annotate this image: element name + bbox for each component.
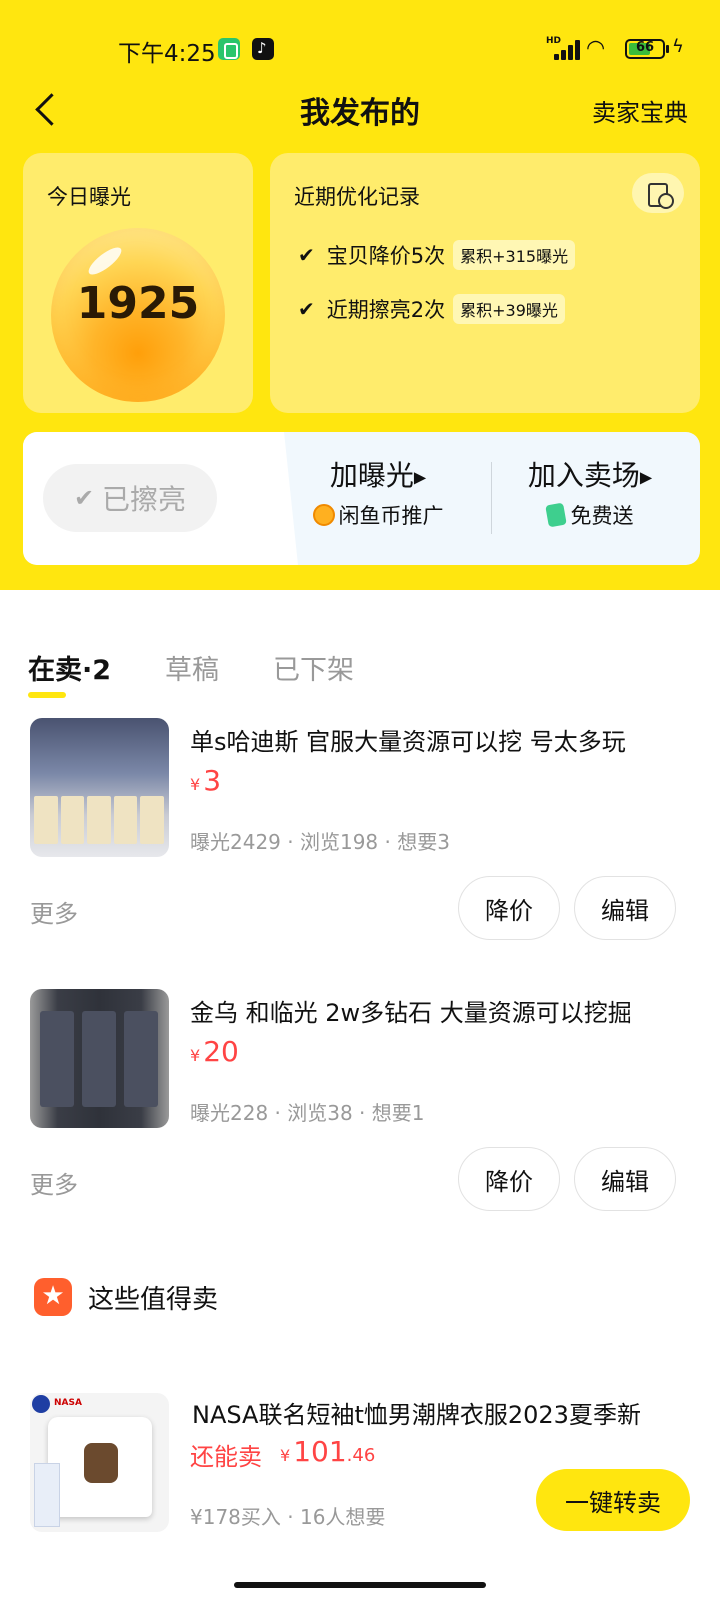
- tab-drafts[interactable]: 草稿: [165, 648, 219, 698]
- charging-icon: ϟ: [672, 36, 684, 57]
- optimize-row: ✔ 宝贝降价5次 累积+315曝光: [298, 239, 576, 271]
- status-tabs: 在卖·2 草稿 已下架: [28, 648, 408, 698]
- product-stats: 曝光2429 · 浏览198 · 想要3: [190, 830, 450, 854]
- star-icon: [34, 1278, 72, 1316]
- package-image: [34, 1463, 60, 1527]
- optimize-row-text: 宝贝降价5次: [326, 244, 446, 268]
- check-icon: ✔: [298, 243, 315, 267]
- polished-button[interactable]: ✔ 已擦亮: [43, 464, 217, 532]
- battery-tip: [666, 45, 669, 53]
- market-subtitle: 免费送: [570, 504, 634, 528]
- edit-button[interactable]: 编辑: [574, 876, 676, 940]
- seller-guide-link[interactable]: 卖家宝典: [592, 93, 688, 128]
- product-title: 单s哈迪斯 官服大量资源可以挖 号太多玩: [190, 728, 626, 756]
- optimize-label: 近期优化记录: [294, 185, 420, 209]
- check-icon: ✔: [73, 484, 95, 512]
- today-exposure-card[interactable]: 今日曝光 1925: [23, 153, 253, 413]
- home-indicator[interactable]: [234, 1582, 486, 1588]
- tab-removed[interactable]: 已下架: [273, 648, 354, 698]
- optimize-row: ✔ 近期擦亮2次 累积+39曝光: [298, 293, 565, 325]
- history-icon[interactable]: [632, 173, 684, 213]
- gift-tag-icon: [544, 502, 567, 528]
- promotion-action-bar: ✔ 已擦亮 加曝光▶ 闲鱼币推广 加入卖场▶ 免费送: [23, 432, 700, 565]
- product-price: ¥20: [190, 1035, 239, 1068]
- market-title: 加入卖场: [527, 459, 640, 492]
- check-icon: ✔: [298, 297, 315, 321]
- resell-price-label: 还能卖: [190, 1443, 262, 1471]
- recommend-item-title: NASA联名短袖t恤男潮牌衣服2023夏季新: [192, 1401, 641, 1429]
- thumbnail-strip: [34, 796, 164, 844]
- tshirt-image: [48, 1417, 152, 1517]
- status-time: 下午4:25: [118, 41, 216, 67]
- battery-level: 66: [635, 40, 655, 55]
- edit-button[interactable]: 编辑: [574, 1147, 676, 1211]
- optimize-record-card[interactable]: 近期优化记录 ✔ 宝贝降价5次 累积+315曝光 ✔ 近期擦亮2次 累积+39曝…: [270, 153, 700, 413]
- exposure-value: 1925: [76, 278, 200, 329]
- optimize-row-tag: 累积+39曝光: [453, 294, 565, 324]
- bubble-shine: [84, 243, 126, 279]
- triangle-right-icon: ▶: [413, 467, 427, 487]
- divider: [491, 462, 492, 534]
- boost-exposure-button[interactable]: 加曝光▶ 闲鱼币推广: [283, 454, 473, 530]
- status-bar: 下午4:25 HD ◠ 66 ϟ: [0, 0, 720, 96]
- product-thumbnail[interactable]: [30, 718, 169, 857]
- wifi-icon: ◠: [586, 36, 606, 61]
- tiktok-app-icon: [252, 38, 274, 60]
- boost-subtitle: 闲鱼币推广: [338, 504, 444, 528]
- cut-price-button[interactable]: 降价: [458, 876, 560, 940]
- recommend-title: 这些值得卖: [88, 1284, 219, 1315]
- cut-price-button[interactable]: 降价: [458, 1147, 560, 1211]
- product-price: ¥3: [190, 764, 222, 797]
- more-button[interactable]: 更多: [30, 1165, 78, 1200]
- product-item[interactable]: 单s哈迪斯 官服大量资源可以挖 号太多玩 ¥3 曝光2429 · 浏览198 ·…: [0, 718, 720, 978]
- active-tab-indicator: [28, 692, 66, 698]
- exposure-bubble: 1925: [51, 228, 225, 402]
- polished-label: 已擦亮: [102, 483, 187, 516]
- exposure-label: 今日曝光: [47, 185, 131, 209]
- nasa-logo-icon: [32, 1395, 50, 1413]
- battery-icon: 66: [625, 39, 665, 59]
- recommend-thumbnail[interactable]: NASA: [30, 1393, 169, 1532]
- product-item[interactable]: 金乌 和临光 2w多钻石 大量资源可以挖掘 ¥20 曝光228 · 浏览38 ·…: [0, 989, 720, 1249]
- signal-icon: [548, 38, 580, 60]
- boost-title: 加曝光: [329, 459, 414, 492]
- resell-price: ¥101.46: [280, 1435, 376, 1468]
- recommend-header: 这些值得卖: [34, 1275, 218, 1319]
- recommend-item[interactable]: NASA NASA联名短袖t恤男潮牌衣服2023夏季新 还能卖 ¥101.46 …: [0, 1393, 720, 1533]
- shield-app-icon: [218, 38, 240, 60]
- optimize-row-tag: 累积+315曝光: [453, 240, 576, 270]
- tab-on-sale[interactable]: 在卖·2: [28, 648, 111, 698]
- one-click-resell-button[interactable]: 一键转卖: [536, 1469, 690, 1531]
- more-button[interactable]: 更多: [30, 894, 78, 929]
- product-stats: 曝光228 · 浏览38 · 想要1: [190, 1101, 425, 1125]
- triangle-right-icon: ▶: [639, 467, 653, 487]
- join-market-button[interactable]: 加入卖场▶ 免费送: [495, 454, 685, 530]
- product-title: 金乌 和临光 2w多钻石 大量资源可以挖掘: [190, 999, 632, 1027]
- product-thumbnail[interactable]: [30, 989, 169, 1128]
- nasa-logo-text: NASA: [54, 1398, 82, 1408]
- recommend-item-stats: ¥178买入 · 16人想要: [190, 1505, 386, 1529]
- coin-icon: [312, 504, 335, 526]
- optimize-row-text: 近期擦亮2次: [326, 298, 446, 322]
